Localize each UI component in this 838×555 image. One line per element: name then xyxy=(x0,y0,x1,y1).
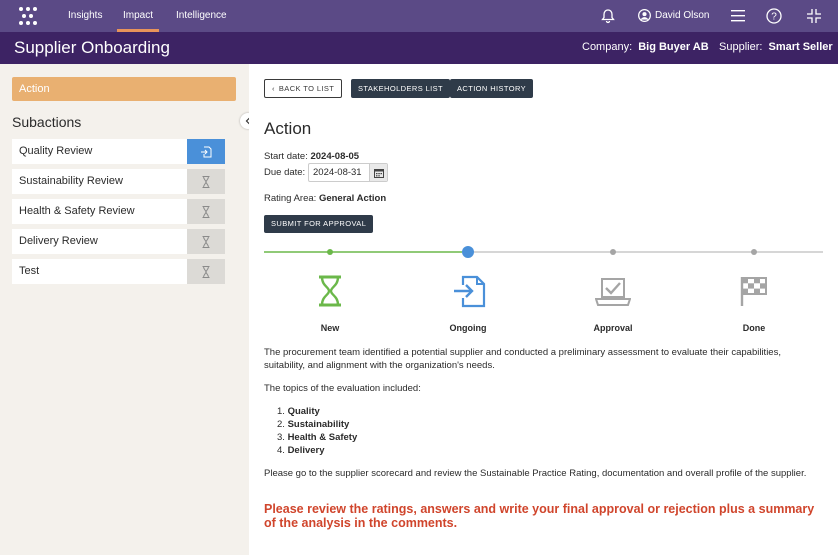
page-title: Supplier Onboarding xyxy=(14,38,170,57)
progress-stepper xyxy=(264,246,823,258)
scorecard-instructions: Please go to the supplier scorecard and … xyxy=(264,468,807,479)
nav-impact[interactable]: Impact xyxy=(116,0,160,32)
due-date-field[interactable]: 2024-08-31 xyxy=(308,163,388,182)
open-subaction-button[interactable] xyxy=(187,139,225,164)
hourglass-icon xyxy=(202,175,210,188)
supplier-name: Smart Seller xyxy=(768,41,833,53)
subaction-label: Delivery Review xyxy=(19,235,98,247)
subaction-status-button[interactable] xyxy=(187,259,225,284)
calendar-button[interactable] xyxy=(369,164,387,181)
back-label: BACK TO LIST xyxy=(278,84,335,93)
step-dot-done xyxy=(751,249,757,255)
bell-icon[interactable] xyxy=(600,8,616,24)
hourglass-icon xyxy=(202,265,210,278)
app-logo-icon[interactable] xyxy=(19,7,37,25)
subaction-label: Health & Safety Review xyxy=(19,205,135,217)
user-name[interactable]: David Olson xyxy=(655,0,709,32)
list-item: 1. Quality xyxy=(277,406,320,417)
subaction-item[interactable]: Test xyxy=(12,259,225,284)
chevron-left-icon: ‹ xyxy=(272,84,275,93)
subaction-label: Sustainability Review xyxy=(19,175,123,187)
topic-label: Sustainability xyxy=(287,419,350,430)
sidebar: Action Subactions Quality Review Sustain… xyxy=(0,64,249,555)
subaction-item[interactable]: Quality Review xyxy=(12,139,225,164)
hourglass-icon xyxy=(319,275,341,307)
collapse-screen-icon[interactable] xyxy=(807,9,821,23)
document-arrow-icon xyxy=(201,146,212,157)
main-content: ‹ BACK TO LIST STAKEHOLDERS LIST ACTION H… xyxy=(249,64,838,555)
page-header: Supplier Onboarding Company: Big Buyer A… xyxy=(0,32,838,64)
top-navbar: Insights Impact Intelligence David Olson… xyxy=(0,0,838,32)
nav-insights[interactable]: Insights xyxy=(68,0,102,32)
back-to-list-button[interactable]: ‹ BACK TO LIST xyxy=(264,79,343,98)
hourglass-icon xyxy=(202,205,210,218)
rating-area: Rating Area: General Action xyxy=(264,193,386,204)
step-dot-ongoing xyxy=(462,246,474,258)
supplier-label: Supplier: xyxy=(719,41,763,53)
due-date-value: 2024-08-31 xyxy=(313,167,362,178)
step-label-new: New xyxy=(320,323,340,333)
calendar-icon xyxy=(373,168,384,178)
menu-icon[interactable] xyxy=(731,9,745,22)
list-item: 2. Sustainability xyxy=(277,419,350,430)
subactions-heading: Subactions xyxy=(12,114,82,130)
action-history-button[interactable]: ACTION HISTORY xyxy=(450,79,534,98)
start-date-label: Start date: xyxy=(264,151,308,162)
step-label-approval: Approval xyxy=(593,323,633,333)
action-title: Action xyxy=(264,119,312,138)
subaction-status-button[interactable] xyxy=(187,229,225,254)
document-arrow-icon xyxy=(454,275,486,308)
submit-for-approval-button[interactable]: SUBMIT FOR APPROVAL xyxy=(264,215,374,233)
rating-area-value: General Action xyxy=(318,193,387,204)
subaction-label: Quality Review xyxy=(19,145,93,157)
due-date-label: Due date: xyxy=(264,167,306,178)
flag-icon xyxy=(740,277,767,306)
topic-label: Health & Safety xyxy=(287,432,358,443)
company-info: Company: Big Buyer AB xyxy=(582,41,709,53)
step-label-done: Done xyxy=(742,323,766,333)
subaction-item[interactable]: Delivery Review xyxy=(12,229,225,254)
step-dot-new xyxy=(327,249,333,255)
help-icon[interactable]: ? xyxy=(766,8,782,24)
subaction-status-button[interactable] xyxy=(187,199,225,224)
rating-area-label: Rating Area: xyxy=(264,193,317,204)
list-item: 3. Health & Safety xyxy=(277,432,358,443)
svg-text:?: ? xyxy=(771,12,777,23)
list-item: 4. Delivery xyxy=(277,445,325,456)
step-label-ongoing: Ongoing xyxy=(449,323,487,333)
checkbox-tray-icon xyxy=(595,278,631,306)
start-date: Start date: 2024-08-05 xyxy=(264,151,359,162)
hourglass-icon xyxy=(202,235,210,248)
topic-label: Delivery xyxy=(287,445,325,456)
subaction-item[interactable]: Health & Safety Review xyxy=(12,199,225,224)
sidebar-action-tab[interactable]: Action xyxy=(12,77,236,101)
supplier-info: Supplier: Smart Seller xyxy=(719,41,833,53)
topics-intro: The topics of the evaluation included: xyxy=(264,383,421,394)
subaction-label: Test xyxy=(19,265,40,277)
stakeholders-list-button[interactable]: STAKEHOLDERS LIST xyxy=(351,79,451,98)
topics-list: 1. Quality 2. Sustainability 3. Health &… xyxy=(277,405,357,457)
review-highlight: Please review the ratings, answers and w… xyxy=(264,502,815,530)
company-label: Company: xyxy=(582,41,633,53)
subaction-item[interactable]: Sustainability Review xyxy=(12,169,225,194)
company-name: Big Buyer AB xyxy=(638,41,709,53)
step-dot-approval xyxy=(610,249,616,255)
user-avatar-icon[interactable] xyxy=(638,9,651,22)
subaction-status-button[interactable] xyxy=(187,169,225,194)
nav-intelligence[interactable]: Intelligence xyxy=(176,0,227,32)
topic-label: Quality xyxy=(287,406,320,417)
description-paragraph: The procurement team identified a potent… xyxy=(264,347,781,371)
start-date-value: 2024-08-05 xyxy=(310,151,360,162)
